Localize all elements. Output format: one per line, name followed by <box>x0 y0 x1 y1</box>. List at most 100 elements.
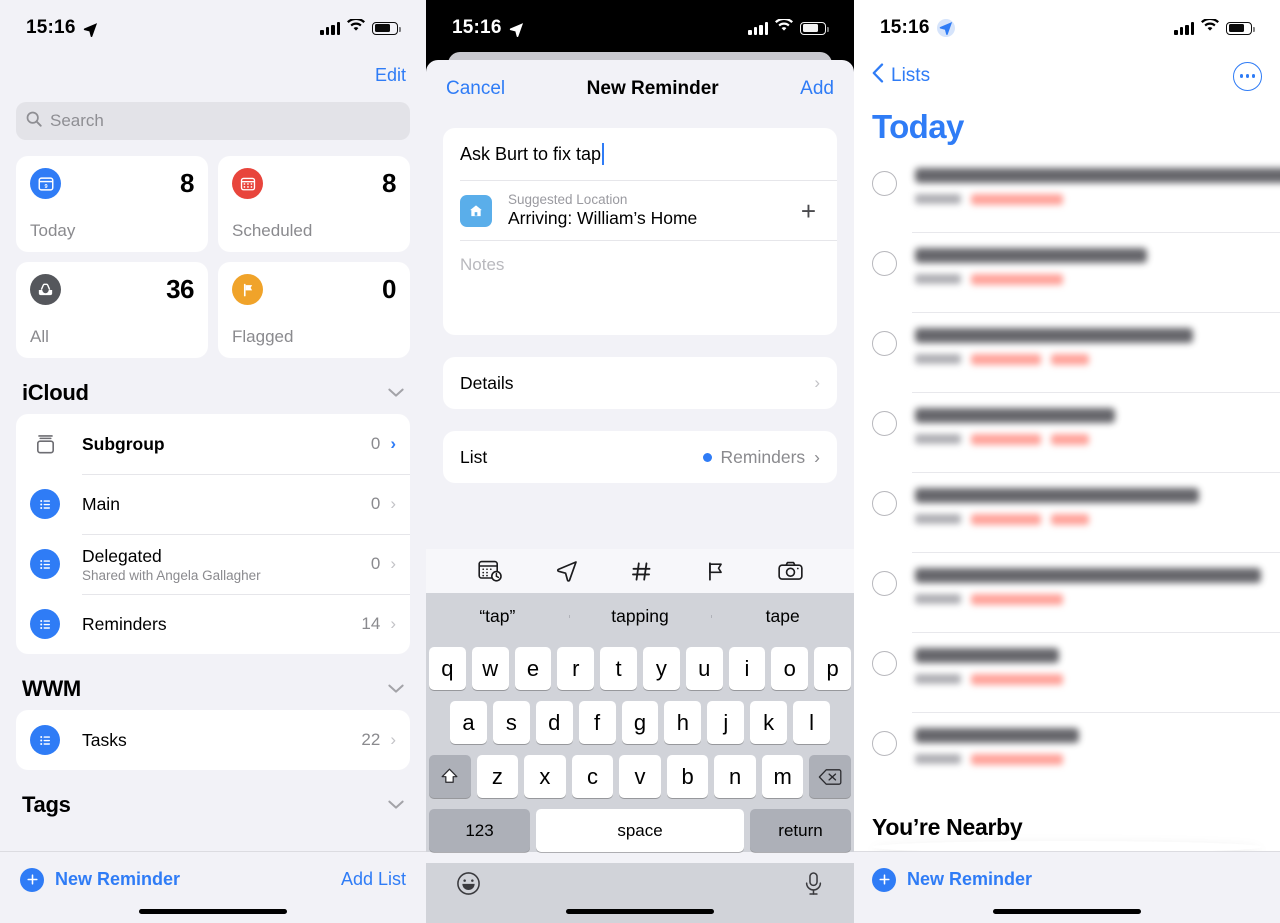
return-key[interactable]: return <box>750 809 851 852</box>
new-reminder-button[interactable]: New Reminder <box>872 867 1032 892</box>
key-f[interactable]: f <box>578 701 616 744</box>
key-b[interactable]: b <box>666 755 709 798</box>
cellular-bars-icon <box>320 21 340 35</box>
smart-list-label: Flagged <box>232 327 294 346</box>
key-x[interactable]: x <box>524 755 566 798</box>
list-row[interactable]: List Reminders › <box>443 431 837 483</box>
search-input[interactable]: Search <box>16 102 410 140</box>
smart-list-today[interactable]: 9 8 Today <box>16 156 208 252</box>
notes-input[interactable]: Notes <box>443 241 837 335</box>
key-y[interactable]: y <box>643 647 680 690</box>
list-item-tasks[interactable]: Tasks 22 › <box>16 710 410 770</box>
table-row[interactable] <box>854 392 1280 472</box>
list-item-subgroup[interactable]: Subgroup 0 › <box>16 414 410 474</box>
section-header-icloud[interactable]: iCloud <box>0 358 426 414</box>
key-h[interactable]: h <box>664 701 702 744</box>
location-arrow-icon <box>83 21 98 37</box>
chevron-right-icon: › <box>390 614 396 633</box>
suggestion-0[interactable]: “tap” <box>426 606 569 627</box>
list-item-main[interactable]: Main 0 › <box>16 474 410 534</box>
hashtag-icon[interactable] <box>630 560 653 583</box>
microphone-icon[interactable] <box>803 871 824 901</box>
key-a[interactable]: a <box>450 701 487 744</box>
smart-list-flagged[interactable]: 0 Flagged <box>218 262 410 358</box>
suggestion-1[interactable]: tapping <box>568 606 712 627</box>
flag-icon[interactable] <box>704 560 727 583</box>
key-m[interactable]: m <box>761 755 804 798</box>
plus-icon[interactable]: + <box>801 198 820 224</box>
table-row[interactable] <box>854 552 1280 632</box>
key-v[interactable]: v <box>619 755 661 798</box>
keyboard-suggestions: “tap” tapping tape <box>426 593 854 640</box>
key-o[interactable]: o <box>771 647 809 690</box>
key-p[interactable]: p <box>814 647 851 690</box>
numbers-key[interactable]: 123 <box>429 809 530 852</box>
key-d[interactable]: d <box>535 701 573 744</box>
key-i[interactable]: i <box>728 647 766 690</box>
backspace-icon[interactable] <box>809 755 852 798</box>
chevron-down-icon[interactable] <box>388 385 404 402</box>
key-k[interactable]: k <box>750 701 788 744</box>
table-row[interactable] <box>854 712 1280 792</box>
calendar-clock-icon[interactable] <box>477 559 504 583</box>
shift-icon[interactable] <box>428 755 471 798</box>
complete-circle-icon[interactable] <box>872 411 897 436</box>
camera-icon[interactable] <box>777 560 803 582</box>
key-e[interactable]: e <box>514 647 552 690</box>
keyboard-row-2: a s d f g h j k l <box>429 701 851 744</box>
back-to-lists-button[interactable]: Lists <box>872 63 930 89</box>
key-z[interactable]: z <box>476 755 519 798</box>
list-item-count: 0 <box>370 434 381 453</box>
location-arrow-icon[interactable] <box>555 559 579 583</box>
list-item-delegated[interactable]: Delegated Shared with Angela Gallagher 0… <box>16 534 410 594</box>
edit-button[interactable]: Edit <box>375 65 406 86</box>
suggested-location-row[interactable]: Suggested Location Arriving: William’s H… <box>443 181 837 240</box>
complete-circle-icon[interactable] <box>872 171 897 196</box>
complete-circle-icon[interactable] <box>872 331 897 356</box>
new-reminder-button[interactable]: New Reminder <box>20 867 180 892</box>
complete-circle-icon[interactable] <box>872 251 897 276</box>
list-item-name: Delegated <box>82 545 162 566</box>
chevron-down-icon[interactable] <box>388 681 404 698</box>
space-key[interactable]: space <box>536 809 744 852</box>
list-value: Reminders <box>720 446 806 467</box>
suggestion-2[interactable]: tape <box>711 606 854 627</box>
keyboard-row-4: 123 space return <box>429 809 851 852</box>
key-n[interactable]: n <box>714 755 756 798</box>
emoji-icon[interactable] <box>456 871 481 901</box>
key-l[interactable]: l <box>793 701 831 744</box>
key-g[interactable]: g <box>621 701 659 744</box>
details-row[interactable]: Details › <box>443 357 837 409</box>
key-c[interactable]: c <box>571 755 614 798</box>
add-button[interactable]: Add <box>800 78 834 100</box>
section-header-tags[interactable]: Tags <box>0 770 426 826</box>
table-row[interactable] <box>854 152 1280 232</box>
complete-circle-icon[interactable] <box>872 571 897 596</box>
key-j[interactable]: j <box>707 701 745 744</box>
key-w[interactable]: w <box>471 647 509 690</box>
list-item-reminders[interactable]: Reminders 14 › <box>16 594 410 654</box>
reminder-title-input[interactable]: Ask Burt to fix tap <box>443 128 837 180</box>
complete-circle-icon[interactable] <box>872 651 897 676</box>
more-ellipsis-icon[interactable] <box>1233 61 1262 91</box>
reminder-title-value: Ask Burt to fix tap <box>460 143 602 164</box>
add-list-button[interactable]: Add List <box>341 869 406 890</box>
key-t[interactable]: t <box>600 647 637 690</box>
table-row[interactable] <box>854 232 1280 312</box>
complete-circle-icon[interactable] <box>872 491 897 516</box>
key-q[interactable]: q <box>429 647 466 690</box>
key-r[interactable]: r <box>557 647 595 690</box>
chevron-right-icon: › <box>814 446 820 467</box>
complete-circle-icon[interactable] <box>872 731 897 756</box>
section-header-wwm[interactable]: WWM <box>0 654 426 710</box>
smart-list-scheduled[interactable]: 8 Scheduled <box>218 156 410 252</box>
cancel-button[interactable]: Cancel <box>446 78 505 100</box>
smart-list-all[interactable]: 36 All <box>16 262 208 358</box>
key-u[interactable]: u <box>685 647 723 690</box>
table-row[interactable] <box>854 632 1280 712</box>
list-item-count: 0 <box>370 494 381 513</box>
key-s[interactable]: s <box>492 701 530 744</box>
table-row[interactable] <box>854 312 1280 392</box>
table-row[interactable] <box>854 472 1280 552</box>
chevron-down-icon[interactable] <box>388 797 404 814</box>
